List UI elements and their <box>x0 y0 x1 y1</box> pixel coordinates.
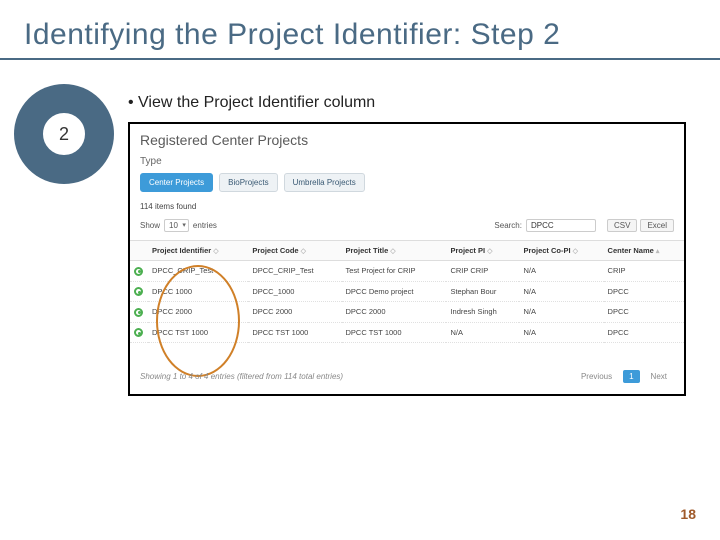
step-number: 2 <box>43 113 85 155</box>
cell-copi: N/A <box>519 261 603 282</box>
cell-title: DPCC TST 1000 <box>342 322 447 343</box>
pager: Previous 1 Next <box>574 369 674 384</box>
table-row[interactable]: DPCC 2000 DPCC 2000 DPCC 2000 Indresh Si… <box>130 302 684 323</box>
cell-identifier[interactable]: DPCC 2000 <box>148 302 248 323</box>
slide-title: Identifying the Project Identifier: Step… <box>0 0 720 58</box>
table-row[interactable]: DPCC 1000 DPCC_1000 DPCC Demo project St… <box>130 281 684 302</box>
status-icon <box>134 267 143 276</box>
cell-copi: N/A <box>519 302 603 323</box>
search-group: Search: DPCC <box>494 219 596 232</box>
page-1-button[interactable]: 1 <box>623 370 639 383</box>
cell-pi: Indresh Singh <box>446 302 519 323</box>
cell-code: DPCC TST 1000 <box>248 322 341 343</box>
next-button[interactable]: Next <box>644 369 674 384</box>
col-project-copi[interactable]: Project Co-PI◇ <box>519 241 603 261</box>
show-entries: Show 10 entries <box>140 219 217 232</box>
cell-pi: N/A <box>446 322 519 343</box>
export-excel-button[interactable]: Excel <box>640 219 674 232</box>
cell-center: DPCC <box>604 322 684 343</box>
cell-identifier[interactable]: DPCC 1000 <box>148 281 248 302</box>
table-row[interactable]: DPCC TST 1000 DPCC TST 1000 DPCC TST 100… <box>130 322 684 343</box>
search-input[interactable]: DPCC <box>526 219 596 232</box>
projects-table: Project Identifier◇ Project Code◇ Projec… <box>130 240 684 343</box>
cell-code: DPCC_CRIP_Test <box>248 261 341 282</box>
col-project-code[interactable]: Project Code◇ <box>248 241 341 261</box>
tab-bioprojects[interactable]: BioProjects <box>219 173 277 192</box>
step-badge: 2 <box>14 84 114 184</box>
col-icon <box>130 241 148 261</box>
col-project-identifier[interactable]: Project Identifier◇ <box>148 241 248 261</box>
cell-identifier[interactable]: DPCC_CRIP_Test <box>148 261 248 282</box>
tab-umbrella-projects[interactable]: Umbrella Projects <box>284 173 365 192</box>
search-label: Search: <box>494 221 522 230</box>
cell-center: DPCC <box>604 302 684 323</box>
col-center-name[interactable]: Center Name▴ <box>604 241 684 261</box>
bullet-text: View the Project Identifier column <box>128 78 686 122</box>
cell-pi: Stephan Bour <box>446 281 519 302</box>
show-label: Show <box>140 221 160 230</box>
status-icon <box>134 328 143 337</box>
slide-body: 2 View the Project Identifier column Reg… <box>0 78 720 396</box>
previous-button[interactable]: Previous <box>574 369 619 384</box>
tab-row: Center Projects BioProjects Umbrella Pro… <box>130 171 684 198</box>
cell-pi: CRIP CRIP <box>446 261 519 282</box>
status-icon <box>134 287 143 296</box>
status-icon <box>134 308 143 317</box>
panel-heading: Registered Center Projects <box>130 124 684 150</box>
items-found: 114 items found <box>130 198 684 217</box>
page-number: 18 <box>680 506 696 522</box>
cell-title: Test Project for CRIP <box>342 261 447 282</box>
export-csv-button[interactable]: CSV <box>607 219 637 232</box>
type-label: Type <box>130 150 684 171</box>
table-info: Showing 1 to 4 of 4 entries (filtered fr… <box>140 372 343 381</box>
table-footer: Showing 1 to 4 of 4 entries (filtered fr… <box>130 363 684 388</box>
col-project-pi[interactable]: Project PI◇ <box>446 241 519 261</box>
cell-copi: N/A <box>519 281 603 302</box>
col-project-title[interactable]: Project Title◇ <box>342 241 447 261</box>
cell-code: DPCC_1000 <box>248 281 341 302</box>
cell-center: CRIP <box>604 261 684 282</box>
title-underline <box>0 58 720 60</box>
page-size-select[interactable]: 10 <box>164 219 189 232</box>
table-toolbar: Show 10 entries Search: DPCC CSV Excel <box>130 217 684 238</box>
cell-copi: N/A <box>519 322 603 343</box>
table-row[interactable]: DPCC_CRIP_Test DPCC_CRIP_Test Test Proje… <box>130 261 684 282</box>
cell-center: DPCC <box>604 281 684 302</box>
content-column: View the Project Identifier column Regis… <box>128 78 686 396</box>
embedded-screenshot: Registered Center Projects Type Center P… <box>128 122 686 396</box>
cell-title: DPCC 2000 <box>342 302 447 323</box>
cell-identifier[interactable]: DPCC TST 1000 <box>148 322 248 343</box>
tab-center-projects[interactable]: Center Projects <box>140 173 213 192</box>
table-header-row: Project Identifier◇ Project Code◇ Projec… <box>130 241 684 261</box>
slide: Identifying the Project Identifier: Step… <box>0 0 720 540</box>
entries-label: entries <box>193 221 217 230</box>
cell-title: DPCC Demo project <box>342 281 447 302</box>
cell-code: DPCC 2000 <box>248 302 341 323</box>
